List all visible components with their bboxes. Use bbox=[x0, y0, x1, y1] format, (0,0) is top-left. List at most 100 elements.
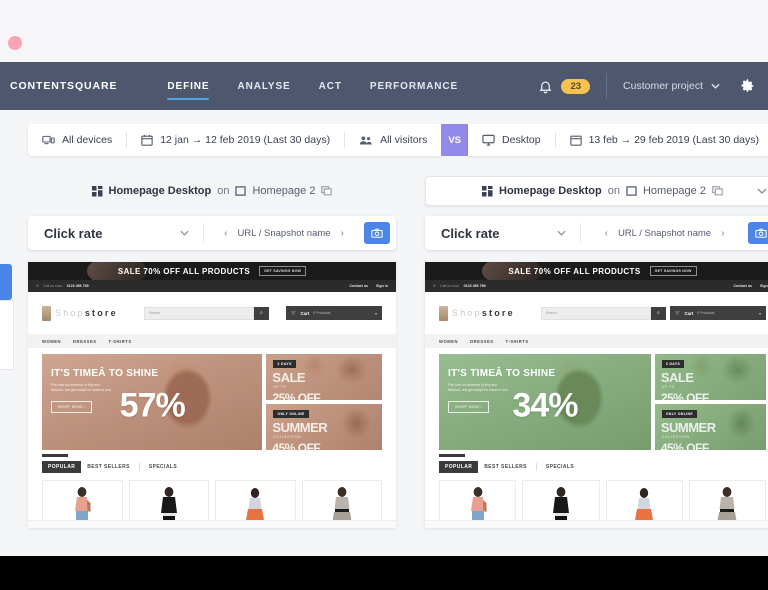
date-filter-left[interactable]: 12 jan → 12 feb 2019 (Last 30 days) bbox=[127, 124, 344, 156]
notification-badge[interactable]: 23 bbox=[561, 78, 591, 94]
devices-icon bbox=[42, 134, 55, 146]
filter-bar: All devices 12 jan → 12 feb 2019 (Last 3… bbox=[28, 124, 768, 156]
calendar-icon bbox=[569, 134, 582, 146]
logo-bold: store bbox=[481, 308, 515, 318]
promo-tile-1[interactable]: 3 DAYS SALE UP TO 25% OFF bbox=[654, 354, 766, 400]
promo-tile-1[interactable]: 3 DAYS SALE UP TO 25% OFF bbox=[266, 354, 382, 400]
cart-count: 0 Products bbox=[313, 311, 331, 315]
promo-tile-2[interactable]: ONLY ONLINE SUMMER COLLECTION 45% OFF bbox=[266, 404, 382, 450]
date-filter-label: 12 jan → 12 feb 2019 (Last 30 days) bbox=[160, 134, 331, 146]
product-tab-best-sellers[interactable]: BEST SELLERS bbox=[81, 461, 136, 473]
cart-icon: 🛒 bbox=[675, 310, 681, 315]
comparison-panel-left: Homepage Desktop on Homepage 2 Click rat… bbox=[28, 176, 396, 528]
metric-selector-right[interactable]: Click rate bbox=[425, 226, 580, 241]
sale-cta-button[interactable]: GET SAVINGS NOW bbox=[259, 266, 307, 276]
heatmap-click-rate-value: 34% bbox=[512, 386, 578, 425]
project-selector[interactable]: Customer project bbox=[623, 80, 720, 92]
promo-tile-2[interactable]: ONLY ONLINE SUMMER COLLECTION 45% OFF bbox=[654, 404, 766, 450]
mock-search-input[interactable]: Search bbox=[143, 306, 254, 320]
nav-item-define[interactable]: DEFINE bbox=[153, 62, 223, 110]
promo-tag: 3 DAYS bbox=[273, 360, 296, 368]
snapshot-next-button[interactable]: › bbox=[341, 228, 344, 239]
nav-item-act[interactable]: ACT bbox=[305, 62, 356, 110]
product-tab-specials[interactable]: SPECIALS bbox=[540, 461, 580, 473]
snapshot-label: URL / Snapshot name bbox=[617, 227, 712, 239]
contact-link[interactable]: Contact us bbox=[733, 284, 752, 288]
app-logo[interactable]: CONTENTSQUARE bbox=[10, 80, 117, 92]
hero-slide[interactable]: IT'S TIMEÂ TO SHINE Pick from our select… bbox=[439, 354, 651, 450]
promo-sub: UP TO bbox=[661, 385, 676, 389]
promo-sub: COLLECTION bbox=[273, 435, 302, 439]
duplicate-icon[interactable] bbox=[321, 186, 333, 196]
mock-nav-dresses[interactable]: DRESSES bbox=[470, 339, 494, 344]
product-tab-best-sellers[interactable]: BEST SELLERS bbox=[478, 461, 533, 473]
snapshot-next-button[interactable]: › bbox=[721, 228, 724, 239]
signin-link[interactable]: Sign in bbox=[376, 284, 388, 288]
mock-cart-button[interactable]: 🛒 Cart 0 Products ▾ bbox=[670, 306, 766, 320]
camera-icon[interactable] bbox=[364, 222, 390, 244]
segment-filter-left[interactable]: All visitors bbox=[345, 124, 441, 156]
util-label: Call us now: bbox=[440, 284, 460, 288]
date-filter-right[interactable]: 13 feb → 29 feb 2019 (Last 30 days) bbox=[556, 124, 768, 156]
search-icon[interactable]: ⌕ bbox=[650, 306, 666, 320]
navbar-divider bbox=[606, 73, 608, 99]
navbar-right: 23 Customer project bbox=[537, 73, 768, 99]
mock-search-input[interactable]: Search bbox=[540, 306, 651, 320]
snapshot-prev-button[interactable]: ‹ bbox=[605, 228, 608, 239]
heatmap-screenshot-right[interactable]: SALE 70% OFF ALL PRODUCTS GET SAVINGS NO… bbox=[425, 262, 768, 528]
camera-icon[interactable] bbox=[748, 222, 768, 244]
hero-shop-now-button[interactable]: SHOP NOW › bbox=[51, 400, 93, 413]
product-tab-specials[interactable]: SPECIALS bbox=[143, 461, 183, 473]
panel-controls-left: Click rate ‹ URL / Snapshot name › bbox=[28, 216, 396, 250]
logo-text: Shopstore bbox=[55, 308, 118, 318]
calendar-icon bbox=[141, 134, 153, 146]
product-tab-popular[interactable]: POPULAR bbox=[42, 460, 82, 473]
mock-nav-dresses[interactable]: DRESSES bbox=[73, 339, 97, 344]
metric-selector-left[interactable]: Click rate bbox=[28, 226, 203, 241]
page-name: Homepage 2 bbox=[642, 185, 706, 197]
mock-nav-women[interactable]: WOMEN bbox=[439, 339, 458, 344]
hero-shop-now-button[interactable]: SHOP NOW › bbox=[448, 400, 490, 413]
hero-slide[interactable]: IT'S TIMEÂ TO SHINE Pick from our select… bbox=[42, 354, 263, 450]
panel-title-left[interactable]: Homepage Desktop on Homepage 2 bbox=[28, 176, 396, 206]
mock-logo[interactable]: Shopstore bbox=[42, 305, 118, 321]
snapshot-prev-button[interactable]: ‹ bbox=[224, 228, 227, 239]
util-links[interactable]: Contact us Sign in bbox=[349, 284, 388, 288]
gear-icon[interactable] bbox=[738, 77, 756, 95]
nav-label: PERFORMANCE bbox=[369, 80, 459, 92]
mock-cart-button[interactable]: 🛒 Cart 0 Products ▾ bbox=[286, 306, 382, 320]
phone-icon: ✆ bbox=[36, 284, 40, 288]
product-tab-popular[interactable]: POPULAR bbox=[439, 460, 479, 473]
duplicate-icon[interactable] bbox=[712, 186, 723, 196]
signin-link[interactable]: Sign in bbox=[760, 284, 768, 288]
drawer-toggle-handle[interactable] bbox=[0, 264, 12, 300]
cart-count: 0 Products bbox=[697, 311, 715, 315]
mock-nav-tshirts[interactable]: T-SHIRTS bbox=[506, 339, 529, 344]
zone-name: Homepage Desktop bbox=[108, 185, 212, 197]
heatmap-screenshot-left[interactable]: SALE 70% OFF ALL PRODUCTS GET SAVINGS NO… bbox=[28, 262, 396, 528]
panel-title-right[interactable]: Homepage Desktop on Homepage 2 bbox=[425, 176, 768, 206]
sale-cta-button[interactable]: GET SAVINGS NOW bbox=[649, 266, 697, 276]
promo-discount: 45% OFF bbox=[660, 441, 709, 450]
nav-item-performance[interactable]: PERFORMANCE bbox=[356, 62, 472, 110]
panel-controls-right: Click rate ‹ URL / Snapshot name › bbox=[425, 216, 768, 250]
on-label: on bbox=[607, 185, 620, 197]
device-filter-right[interactable]: Desktop bbox=[468, 124, 555, 156]
mock-logo[interactable]: Shopstore bbox=[439, 305, 515, 321]
promo-tag: ONLY ONLINE bbox=[273, 410, 309, 418]
logo-text: Shopstore bbox=[452, 308, 515, 318]
chevron-down-icon[interactable] bbox=[757, 188, 767, 194]
sale-banner-text: SALE 70% OFF ALL PRODUCTS bbox=[508, 266, 641, 276]
bell-icon[interactable] bbox=[537, 78, 553, 94]
mock-nav-women[interactable]: WOMEN bbox=[42, 339, 61, 344]
device-filter-left[interactable]: All devices bbox=[28, 124, 126, 156]
contact-link[interactable]: Contact us bbox=[349, 284, 368, 288]
search-icon[interactable]: ⌕ bbox=[253, 306, 269, 320]
mock-hero: IT'S TIMEÂ TO SHINE Pick from our select… bbox=[439, 354, 766, 450]
device-filter-label: Desktop bbox=[502, 134, 541, 146]
util-links[interactable]: Contact us Sign in bbox=[733, 284, 768, 288]
drawer-panel[interactable] bbox=[0, 300, 14, 370]
nav-item-analyse[interactable]: ANALYSE bbox=[223, 62, 304, 110]
mock-nav-tshirts[interactable]: T-SHIRTS bbox=[109, 339, 132, 344]
zone-grid-icon bbox=[482, 185, 493, 197]
